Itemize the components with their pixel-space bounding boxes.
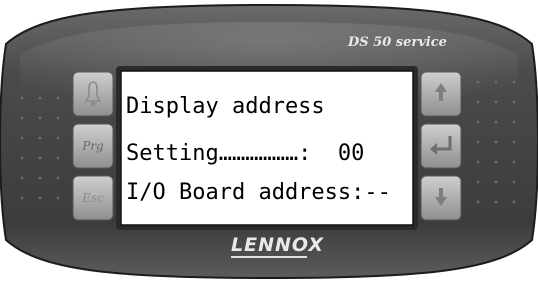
model-label: DS 50 service xyxy=(348,35,447,50)
enter-button[interactable] xyxy=(421,124,461,168)
alarm-button[interactable] xyxy=(73,72,113,116)
brand-logo: LENNOX xyxy=(231,234,325,256)
down-button[interactable] xyxy=(421,176,461,220)
screen-line-2: Setting………………: 00 xyxy=(126,141,365,166)
up-button[interactable] xyxy=(421,72,461,116)
screen-line-3: I/O Board address:-- xyxy=(126,180,391,205)
prg-button[interactable] xyxy=(73,124,113,168)
terminal-device: DS 50 service Display address Setting………… xyxy=(0,0,538,282)
esc-button[interactable] xyxy=(73,176,113,220)
screen-line-1: Display address xyxy=(126,94,325,119)
